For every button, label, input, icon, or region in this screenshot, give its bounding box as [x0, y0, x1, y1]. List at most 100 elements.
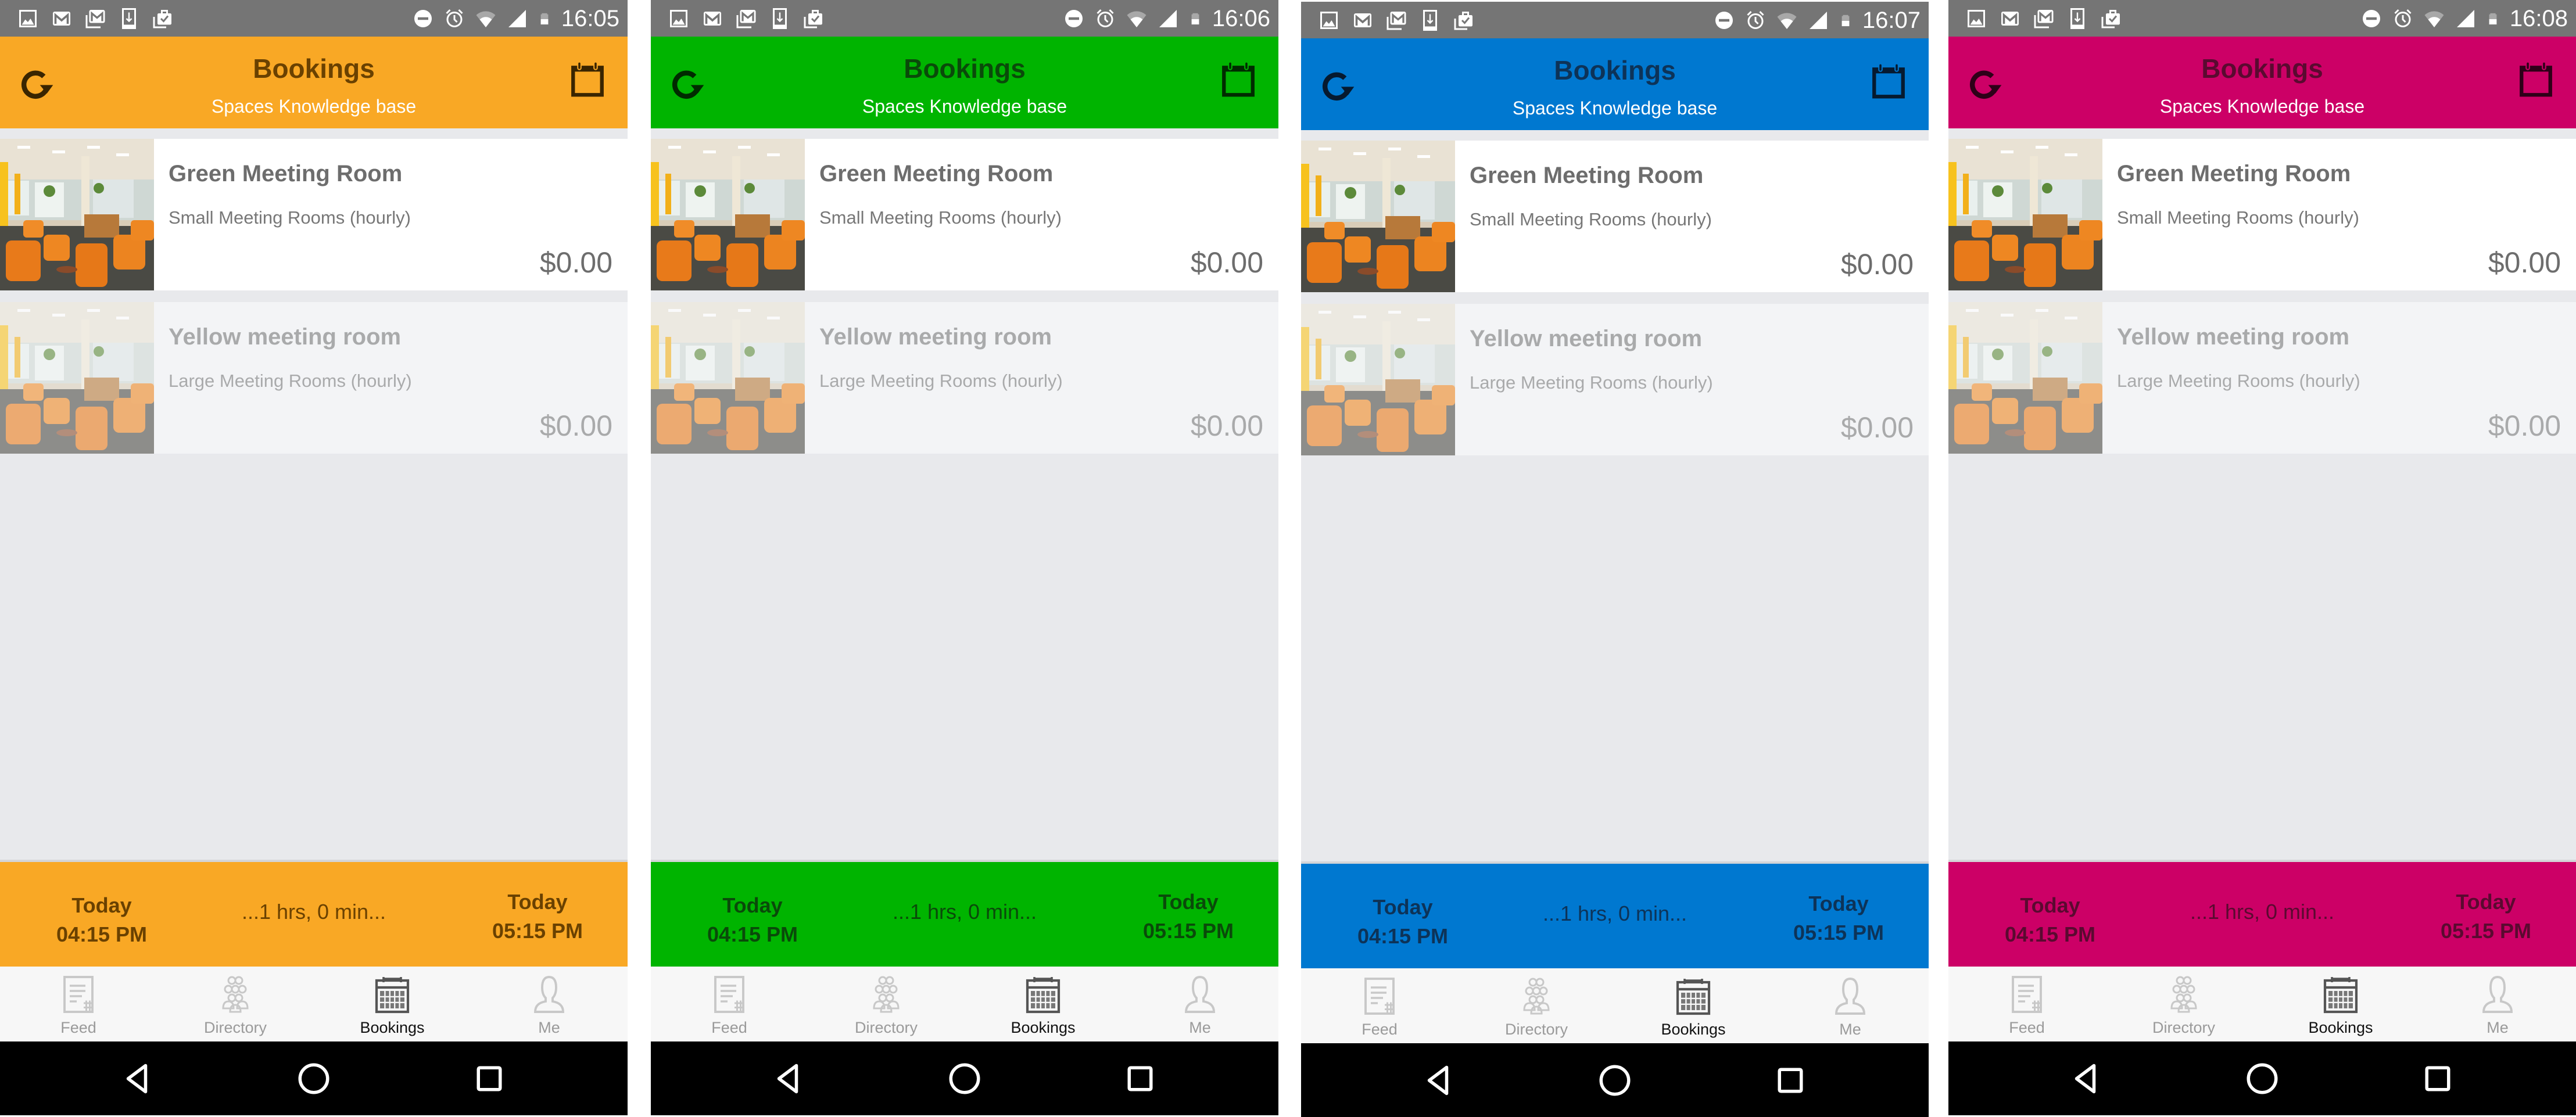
page-subtitle: Spaces Knowledge base	[211, 96, 417, 117]
alarm-icon	[2394, 9, 2412, 27]
room-type: Large Meeting Rooms (hourly)	[819, 371, 1063, 391]
bookings-calendar-icon	[1026, 977, 1061, 1014]
tab-directory[interactable]: Directory	[157, 967, 314, 1041]
office-lounge-image	[1948, 302, 2102, 454]
home-icon[interactable]	[2245, 1061, 2280, 1096]
recents-icon[interactable]	[1123, 1061, 1158, 1096]
end-day: Today	[1158, 890, 1219, 914]
office-lounge-image	[1301, 141, 1455, 292]
start-time-picker[interactable]: Today 04:15 PM	[1336, 893, 1470, 951]
room-list-item-disabled[interactable]: Yellow meeting room Large Meeting Rooms …	[1948, 302, 2576, 454]
system-nav-bar	[0, 1041, 628, 1115]
tab-label: Feed	[2009, 1019, 2045, 1036]
tab-directory[interactable]: Directory	[808, 967, 965, 1041]
tab-directory[interactable]: Directory	[1458, 968, 1615, 1043]
phone-screen-1: 16:05 Bookings Spaces Knowledge base Gre…	[0, 0, 628, 1115]
end-time: 05:15 PM	[1793, 921, 1884, 944]
gallery-icon	[1968, 10, 1985, 27]
room-photo	[651, 139, 805, 290]
room-list-item[interactable]: Green Meeting Room Small Meeting Rooms (…	[1301, 141, 1929, 292]
feed-icon	[714, 976, 744, 1013]
start-time-picker[interactable]: Today 04:15 PM	[35, 891, 169, 949]
page-title: Bookings	[904, 53, 1026, 84]
tab-me[interactable]: Me	[1122, 967, 1278, 1041]
tab-feed[interactable]: Feed	[1301, 968, 1458, 1043]
cell-signal-icon	[1809, 12, 1827, 29]
app-header: Bookings Spaces Knowledge base	[651, 37, 1278, 128]
tab-label: Me	[2487, 1019, 2509, 1036]
bookings-calendar-icon	[375, 977, 410, 1014]
gallery-icon	[19, 10, 37, 27]
recents-icon[interactable]	[472, 1061, 507, 1096]
tab-me[interactable]: Me	[1772, 968, 1929, 1043]
directory-icon	[1523, 978, 1550, 1015]
download-icon	[773, 8, 787, 29]
download-icon	[2070, 8, 2084, 29]
task-done-icon	[1454, 12, 1472, 30]
start-time-picker[interactable]: Today 04:15 PM	[1983, 891, 2117, 949]
bookings-calendar-icon	[1676, 979, 1711, 1015]
tab-bookings[interactable]: Bookings	[314, 967, 471, 1041]
tab-bookings[interactable]: Bookings	[2262, 967, 2419, 1041]
gmail-stack-icon	[2034, 10, 2054, 28]
home-icon[interactable]	[1597, 1063, 1632, 1098]
room-type: Large Meeting Rooms (hourly)	[1470, 372, 1713, 393]
back-icon[interactable]	[772, 1061, 807, 1096]
end-time-picker[interactable]: Today 05:15 PM	[2419, 888, 2553, 946]
room-list-item[interactable]: Green Meeting Room Small Meeting Rooms (…	[1948, 139, 2576, 290]
system-nav-bar	[1948, 1041, 2576, 1115]
cell-signal-icon	[508, 10, 526, 27]
feed-icon	[1364, 978, 1395, 1015]
tab-directory[interactable]: Directory	[2105, 967, 2262, 1041]
calendar-icon[interactable]	[2518, 60, 2554, 98]
system-status-icons: 16:05	[413, 5, 619, 33]
back-icon[interactable]	[1422, 1063, 1457, 1098]
page-title: Bookings	[1554, 55, 1676, 85]
end-time-picker[interactable]: Today 05:15 PM	[1772, 889, 1905, 947]
end-time-picker[interactable]: Today 05:15 PM	[1122, 888, 1255, 946]
start-time: 04:15 PM	[707, 922, 798, 946]
start-day: Today	[1373, 895, 1433, 919]
home-icon[interactable]	[296, 1061, 331, 1096]
feed-icon	[2012, 976, 2042, 1013]
back-icon[interactable]	[2069, 1061, 2104, 1096]
room-list-item-disabled[interactable]: Yellow meeting room Large Meeting Rooms …	[0, 302, 628, 454]
tab-me[interactable]: Me	[2419, 967, 2576, 1041]
tab-feed[interactable]: Feed	[0, 967, 157, 1041]
tab-me[interactable]: Me	[471, 967, 628, 1041]
room-list-item-disabled[interactable]: Yellow meeting room Large Meeting Rooms …	[651, 302, 1278, 454]
do-not-disturb-icon	[414, 10, 432, 27]
booking-time-bar: Today 04:15 PM ...1 hrs, 0 min... Today …	[1301, 864, 1929, 968]
status-bar: 16:05	[0, 0, 628, 37]
room-list-item[interactable]: Green Meeting Room Small Meeting Rooms (…	[651, 139, 1278, 290]
phone-screen-3: 16:07 Bookings Spaces Knowledge base Gre…	[1301, 2, 1929, 1117]
room-list-item-disabled[interactable]: Yellow meeting room Large Meeting Rooms …	[1301, 304, 1929, 455]
phone-screen-2: 16:06 Bookings Spaces Knowledge base Gre…	[651, 0, 1278, 1115]
notification-icons	[17, 6, 173, 31]
page-title: Bookings	[253, 53, 375, 84]
cell-signal-icon	[2456, 10, 2474, 27]
profile-icon	[1185, 976, 1215, 1013]
end-time-picker[interactable]: Today 05:15 PM	[471, 888, 604, 946]
wifi-icon	[1777, 13, 1797, 29]
recents-icon[interactable]	[1773, 1063, 1808, 1098]
room-name: Yellow meeting room	[819, 324, 1052, 350]
start-time-picker[interactable]: Today 04:15 PM	[686, 891, 819, 949]
tab-feed[interactable]: Feed	[1948, 967, 2105, 1041]
bottom-tab-bar: Feed Directory Bookings Me	[651, 967, 1278, 1041]
recents-icon[interactable]	[2420, 1061, 2455, 1096]
tab-bookings[interactable]: Bookings	[1615, 968, 1772, 1043]
home-icon[interactable]	[947, 1061, 982, 1096]
room-price: $0.00	[2488, 246, 2561, 279]
calendar-icon[interactable]	[569, 60, 606, 98]
room-list-item[interactable]: Green Meeting Room Small Meeting Rooms (…	[0, 139, 628, 290]
directory-icon	[873, 976, 900, 1013]
tab-feed[interactable]: Feed	[651, 967, 808, 1041]
room-name: Green Meeting Room	[169, 161, 403, 186]
tab-label: Bookings	[2308, 1019, 2373, 1036]
calendar-icon[interactable]	[1220, 60, 1256, 98]
back-icon[interactable]	[121, 1061, 156, 1096]
tab-bookings[interactable]: Bookings	[965, 967, 1122, 1041]
calendar-icon[interactable]	[1871, 62, 1907, 100]
gallery-icon	[670, 10, 687, 27]
